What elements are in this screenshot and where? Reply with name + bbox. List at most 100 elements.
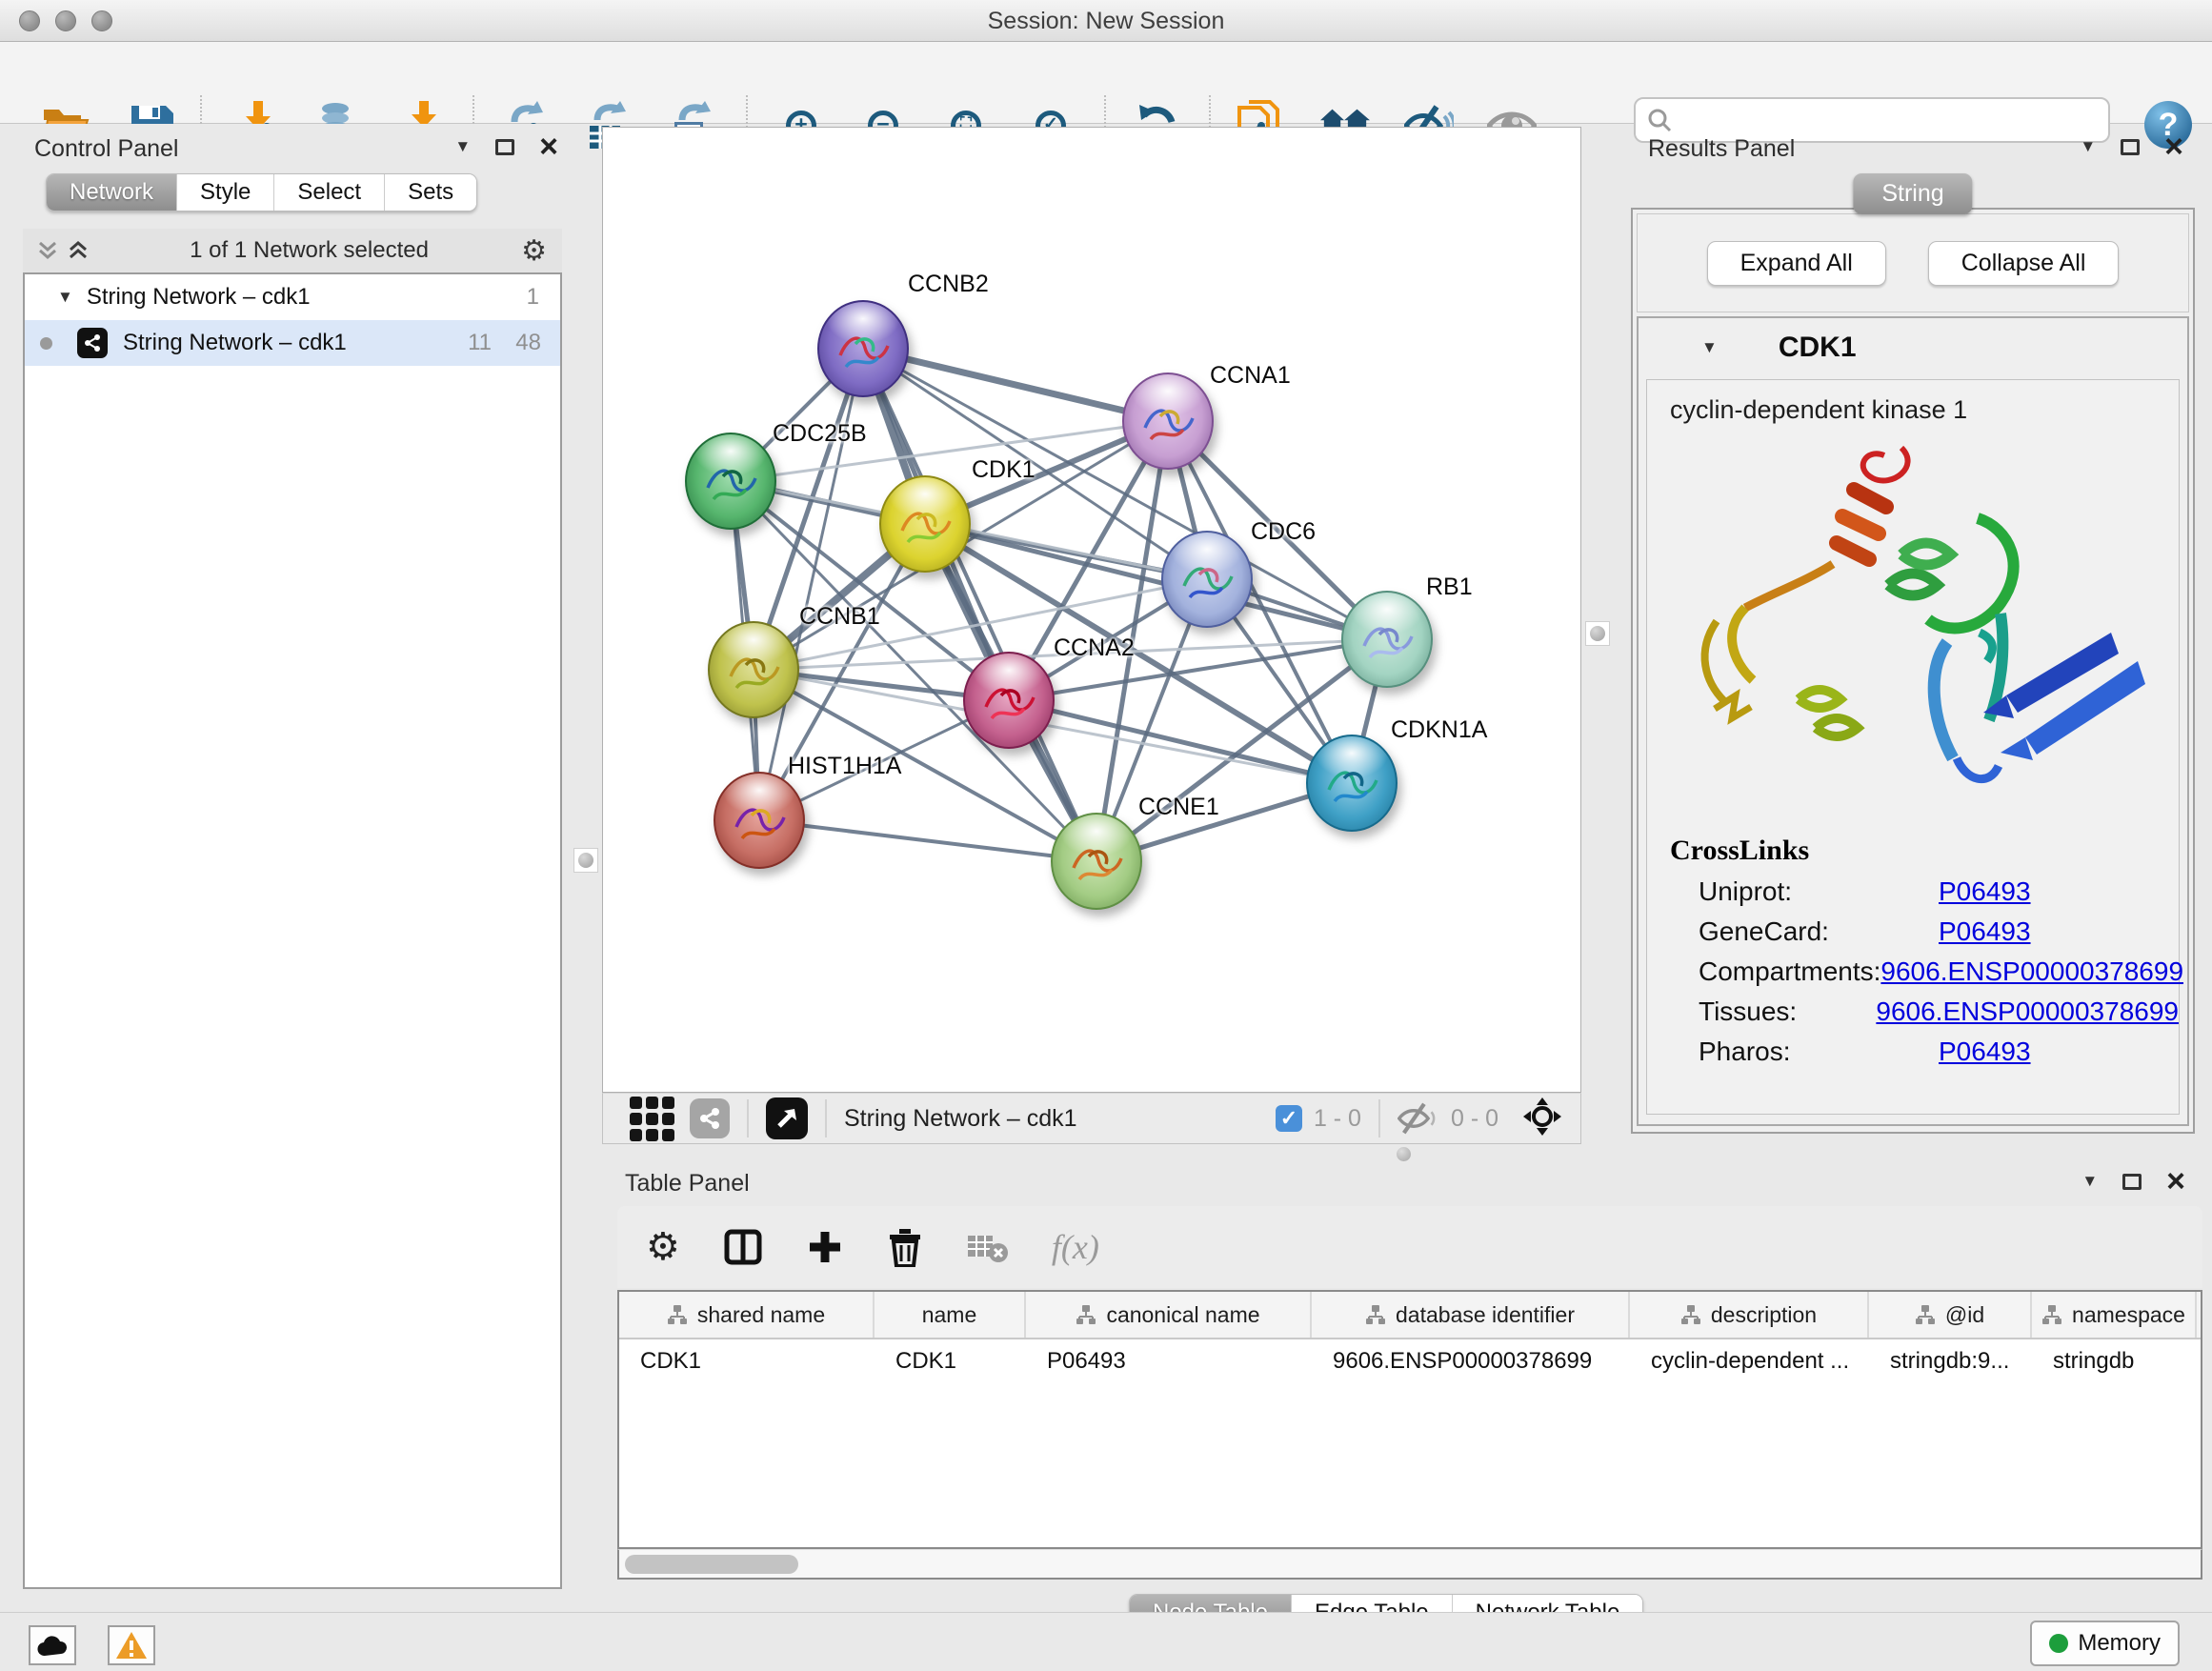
float-panel-icon[interactable] — [2121, 139, 2140, 155]
table-cell[interactable]: stringdb — [2032, 1339, 2197, 1383]
column-header-description[interactable]: description — [1630, 1292, 1869, 1338]
shared-column-icon — [1680, 1304, 1701, 1325]
table-cell[interactable]: 9606.ENSP00000378699 — [1312, 1339, 1630, 1383]
table-cell[interactable]: P06493 — [1026, 1339, 1312, 1383]
gene-collapse-icon[interactable]: ▼ — [1701, 338, 1718, 357]
table-row[interactable]: CDK1CDK1P064939606.ENSP00000378699cyclin… — [619, 1339, 2201, 1383]
crosslink-row: Tissues:9606.ENSP00000378699 — [1699, 997, 2179, 1027]
tab-style[interactable]: Style — [177, 174, 274, 211]
tab-sets[interactable]: Sets — [385, 174, 476, 211]
column-label: database identifier — [1396, 1302, 1575, 1328]
current-network-dot — [40, 337, 52, 350]
crosslink-link[interactable]: P06493 — [1939, 1037, 2031, 1067]
selection-status: 1 of 1 Network selected — [97, 237, 521, 264]
right-splitter-handle[interactable] — [1585, 621, 1610, 646]
crosslink-link[interactable]: 9606.ENSP00000378699 — [1880, 956, 2183, 987]
tab-string[interactable]: String — [1853, 173, 1972, 214]
column-header-namespace[interactable]: namespace — [2032, 1292, 2197, 1338]
share-icon[interactable] — [690, 1098, 730, 1138]
float-panel-icon[interactable] — [495, 139, 514, 155]
expand-collapse-row: Expand All Collapse All — [1637, 213, 2189, 312]
edge-count: 48 — [515, 330, 541, 356]
crosslink-link[interactable]: P06493 — [1939, 876, 2031, 907]
expand-all-icon[interactable] — [67, 239, 90, 262]
table-cell[interactable]: stringdb:9... — [1869, 1339, 2032, 1383]
node-hist1h1a[interactable] — [714, 772, 805, 869]
crosslink-row: Compartments:9606.ENSP00000378699 — [1699, 956, 2179, 987]
node-cdc25b[interactable] — [685, 433, 776, 530]
node-rb1[interactable] — [1341, 591, 1433, 688]
crosslink-label: Pharos: — [1699, 1037, 1939, 1067]
node-ccnb1[interactable] — [708, 621, 799, 718]
function-icon[interactable]: f(x) — [1052, 1227, 1099, 1267]
tab-network[interactable]: Network — [47, 174, 177, 211]
tab-select[interactable]: Select — [274, 174, 385, 211]
gear-icon[interactable]: ⚙ — [646, 1225, 680, 1269]
collection-expand-icon[interactable]: ▼ — [57, 288, 73, 307]
delete-table-icon[interactable] — [966, 1230, 1008, 1264]
trash-icon[interactable] — [888, 1227, 922, 1267]
network-canvas[interactable]: CCNB2CCNA1CDC25BCDK1CDC6RB1CCNB1CCNA2CDK… — [602, 127, 1581, 1093]
crosslink-label: Tissues: — [1699, 997, 1876, 1027]
toolbar-divider — [825, 1099, 827, 1137]
column-header-canonical-name[interactable]: canonical name — [1026, 1292, 1312, 1338]
panel-menu-icon[interactable]: ▼ — [2081, 1172, 2098, 1191]
node-ccna1[interactable] — [1122, 372, 1214, 470]
column-header-database-identifier[interactable]: database identifier — [1312, 1292, 1630, 1338]
warning-button[interactable] — [108, 1625, 155, 1665]
expand-all-button[interactable]: Expand All — [1707, 241, 1886, 286]
table-cell[interactable]: CDK1 — [875, 1339, 1026, 1383]
crosslink-link[interactable]: 9606.ENSP00000378699 — [1876, 997, 2179, 1027]
table-panel: Table Panel ▼ × ⚙ f(x) shared namenameca… — [602, 1160, 2212, 1599]
crosslink-link[interactable]: P06493 — [1939, 916, 2031, 947]
node-label-cdc25b: CDC25B — [773, 420, 867, 448]
memory-button[interactable]: Memory — [2030, 1621, 2180, 1666]
node-ccnb2[interactable] — [817, 300, 909, 397]
open-arrow-icon[interactable] — [766, 1097, 808, 1139]
network-toolbar: String Network – cdk1 ✓ 1 - 0 0 - 0 — [602, 1093, 1581, 1144]
close-panel-icon[interactable]: × — [539, 137, 558, 156]
node-cdc6[interactable] — [1161, 531, 1253, 628]
crosslink-label: GeneCard: — [1699, 916, 1939, 947]
panel-menu-icon[interactable]: ▼ — [2080, 137, 2096, 156]
node-cdkn1a[interactable] — [1306, 735, 1398, 832]
hidden-eye-icon[interactable] — [1398, 1102, 1439, 1135]
node-ccne1[interactable] — [1051, 813, 1142, 910]
toolbar-divider — [747, 1099, 749, 1137]
column-header-@id[interactable]: @id — [1869, 1292, 2032, 1338]
checkbox-icon[interactable]: ✓ — [1276, 1105, 1302, 1132]
gear-icon[interactable]: ⚙ — [521, 234, 547, 268]
scrollbar-thumb[interactable] — [625, 1555, 798, 1574]
cytoscape-window: Session: New Session + − — [0, 0, 2212, 1671]
collapse-all-button[interactable]: Collapse All — [1928, 241, 2120, 286]
node-label-ccnb2: CCNB2 — [908, 271, 989, 298]
close-panel-icon[interactable]: × — [2166, 1172, 2185, 1191]
crosslink-label: Compartments: — [1699, 956, 1880, 987]
control-panel: Control Panel ▼ × NetworkStyleSelectSets… — [13, 124, 572, 1610]
close-panel-icon[interactable]: × — [2164, 137, 2183, 156]
horizontal-scrollbar[interactable] — [617, 1549, 2202, 1580]
column-label: shared name — [697, 1302, 825, 1328]
columns-icon[interactable] — [724, 1228, 762, 1266]
left-splitter-handle[interactable] — [573, 848, 598, 873]
network-label: String Network – cdk1 — [123, 330, 347, 356]
table-cell[interactable]: CDK1 — [619, 1339, 875, 1383]
grid-icon[interactable] — [630, 1097, 674, 1141]
add-icon[interactable] — [806, 1228, 844, 1266]
horizontal-splitter-handle[interactable] — [1397, 1147, 1411, 1161]
selected-count: 1 - 0 — [1314, 1105, 1361, 1133]
float-panel-icon[interactable] — [2122, 1174, 2142, 1190]
column-header-name[interactable]: name — [875, 1292, 1026, 1338]
protein-structure-image — [1656, 431, 2170, 821]
node-cdk1[interactable] — [879, 475, 971, 573]
panel-menu-icon[interactable]: ▼ — [454, 137, 471, 156]
network-collection-row[interactable]: ▼ String Network – cdk1 1 — [25, 274, 560, 320]
column-header-shared-name[interactable]: shared name — [619, 1292, 875, 1338]
node-ccna2[interactable] — [963, 652, 1055, 749]
table-cell[interactable]: cyclin-dependent ... — [1630, 1339, 1869, 1383]
network-row[interactable]: String Network – cdk1 11 48 — [25, 320, 560, 366]
crosshair-icon[interactable] — [1523, 1097, 1561, 1140]
cloud-button[interactable] — [29, 1625, 76, 1665]
column-label: namespace — [2072, 1302, 2185, 1328]
collapse-all-icon[interactable] — [36, 239, 59, 262]
